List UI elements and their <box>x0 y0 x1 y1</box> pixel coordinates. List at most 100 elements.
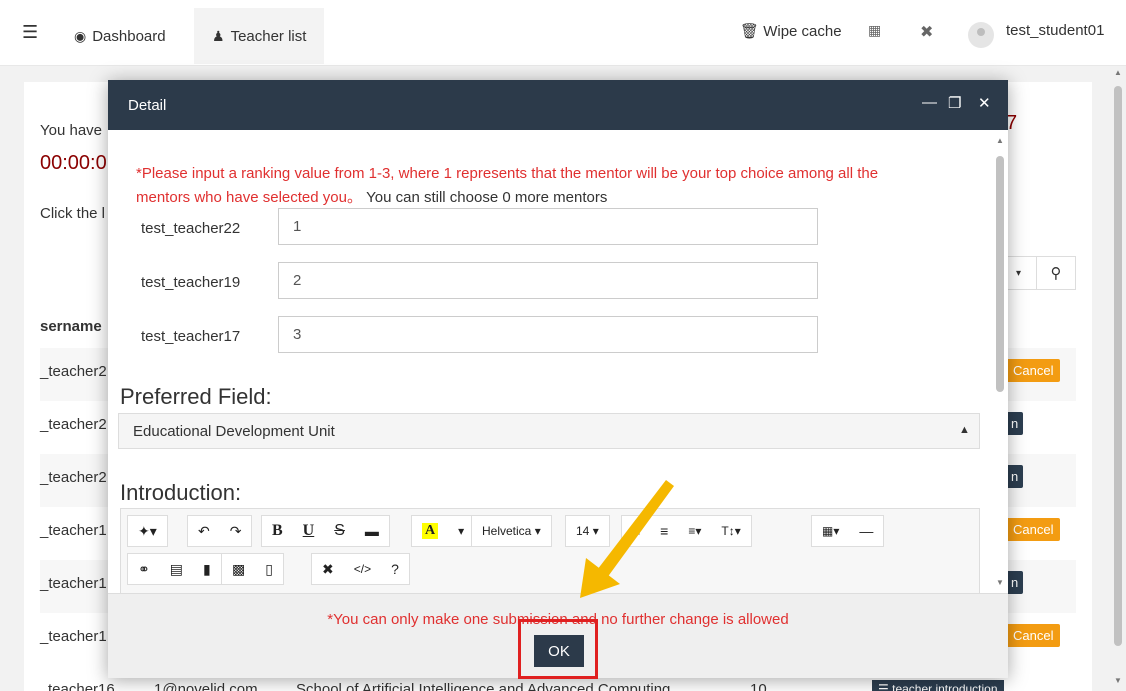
ranking-input[interactable]: 2 <box>278 262 818 299</box>
annotation-arrow-icon <box>580 480 674 598</box>
tab-dashboard-label: Dashboard <box>92 27 166 45</box>
modal-scrollbar[interactable]: ▲ ▼ <box>992 134 1008 594</box>
help-icon[interactable]: ? <box>381 554 409 584</box>
redo-icon[interactable]: ↷ <box>220 516 252 546</box>
scroll-up-icon[interactable]: ▲ <box>1114 68 1122 77</box>
tab-teacher-list[interactable]: ♟ Teacher list <box>194 8 325 64</box>
font-family-select[interactable]: Helvetica ▾ <box>472 516 551 546</box>
ok-button[interactable]: OK <box>534 635 584 667</box>
preferred-field-select[interactable]: Educational Development Unit ▲ <box>118 413 980 449</box>
row-username: _teacher2 <box>40 363 107 380</box>
search-button[interactable]: ⚲ <box>1036 256 1076 290</box>
rich-text-editor: ✦▾ ↶ ↷ B U S ▬ A ▾ Helvetica ▾ 14 ▾ ≡ ≡▾… <box>120 508 980 593</box>
minimize-icon[interactable]: — <box>922 94 937 111</box>
toolbar-group: ✦▾ <box>127 515 168 547</box>
align-dropdown-icon[interactable]: ≡▾ <box>678 516 711 546</box>
eraser-icon[interactable]: ▬ <box>355 516 389 546</box>
ranking-label: test_teacher19 <box>141 274 241 291</box>
row-username: _teacher1 <box>40 628 107 645</box>
image-file-icon[interactable]: ▩ <box>222 554 255 584</box>
table-icon[interactable]: ▦▾ <box>812 516 849 546</box>
toolbar-group: ↶ ↷ <box>187 515 253 547</box>
list-icon: ☰ <box>878 682 889 691</box>
introduction-label: Introduction: <box>120 480 242 505</box>
row-username: _teacher1 <box>40 575 107 592</box>
link-icon[interactable]: ⚭ <box>128 554 160 584</box>
modal-body: *Please input a ranking value from 1-3, … <box>108 130 1008 593</box>
horizontal-rule-icon[interactable]: — <box>849 516 883 546</box>
select-button[interactable]: n <box>1006 571 1024 594</box>
strikethrough-button[interactable]: S <box>324 516 355 546</box>
scroll-up-icon[interactable]: ▲ <box>996 136 1004 145</box>
undo-icon[interactable]: ↶ <box>188 516 220 546</box>
file-icon[interactable]: ▯ <box>255 554 283 584</box>
tab-dashboard[interactable]: ◉ Dashboard <box>56 8 184 64</box>
page-scrollbar[interactable]: ▲ ▼ <box>1110 66 1126 691</box>
fullscreen-editor-icon[interactable]: ✖ <box>312 554 344 584</box>
row-count: 10 <box>750 681 767 691</box>
image-icon[interactable]: ▤ <box>160 554 193 584</box>
toolbar-group: A ▾ <box>411 515 476 547</box>
select-button[interactable]: n <box>1006 465 1024 488</box>
username-label[interactable]: test_student01 <box>1006 22 1104 39</box>
tab-teacher-list-label: Teacher list <box>230 27 307 45</box>
teacher-introduction-label: teacher introduction <box>892 682 998 691</box>
preferred-field-label: Preferred Field: <box>120 384 272 409</box>
underline-button[interactable]: U <box>293 516 325 546</box>
wipe-cache-label: Wipe cache <box>763 23 842 40</box>
bg-you-have-text: You have <box>40 122 103 139</box>
cancel-button[interactable]: Cancel <box>1006 359 1061 382</box>
column-header-username: sername <box>40 318 102 335</box>
translate-icon[interactable]: ▦ <box>868 22 881 39</box>
top-navbar: ☰ ◉ Dashboard ♟ Teacher list 🗑 Wipe cach… <box>0 0 1126 66</box>
row-email: 1@novelid.com <box>154 681 258 691</box>
teacher-introduction-button[interactable]: ☰ teacher introduction <box>872 680 1004 691</box>
search-icon: ⚲ <box>1050 265 1062 282</box>
maximize-icon[interactable]: ❐ <box>948 94 961 112</box>
cancel-button[interactable]: Cancel <box>1006 624 1061 647</box>
wipe-cache-button[interactable]: 🗑 Wipe cache <box>740 22 842 40</box>
row-username: _teacher2 <box>40 469 107 486</box>
bold-button[interactable]: B <box>262 516 293 546</box>
row-username: _teacher1 <box>40 522 107 539</box>
close-icon[interactable]: ✕ <box>978 94 991 112</box>
highlight-color-button[interactable]: A <box>412 516 449 546</box>
toolbar-group: ✖ </> ? <box>311 553 410 585</box>
caret-up-icon: ▲ <box>959 424 970 436</box>
toolbar-group: Helvetica ▾ <box>471 515 552 547</box>
hamburger-menu-icon[interactable]: ☰ <box>22 22 40 42</box>
row-username: teacher16 <box>48 681 115 691</box>
fullscreen-icon[interactable]: ✖ <box>920 22 933 42</box>
scrollbar-thumb[interactable] <box>1114 86 1122 646</box>
bg-countdown-timer: 00:00:0 <box>40 152 107 174</box>
scroll-down-icon[interactable]: ▼ <box>996 578 1004 587</box>
toolbar-group: ▩ ▯ <box>221 553 284 585</box>
teacher-icon: ♟ <box>212 27 225 44</box>
ranking-notice-remaining: You can still choose 0 more mentors <box>366 189 608 206</box>
modal-scrollbar-thumb[interactable] <box>996 156 1004 392</box>
trash-icon: 🗑 <box>740 23 760 40</box>
modal-header: Detail — ❐ ✕ <box>108 80 1008 130</box>
ranking-label: test_teacher17 <box>141 328 241 345</box>
cancel-button[interactable]: Cancel <box>1006 518 1061 541</box>
modal-footer: *You can only make one submission and no… <box>108 593 1008 679</box>
scroll-down-icon[interactable]: ▼ <box>1114 676 1122 685</box>
avatar[interactable] <box>968 22 994 48</box>
code-view-icon[interactable]: </> <box>344 554 381 584</box>
bg-click-text: Click the l <box>40 205 106 222</box>
toolbar-group: ▦▾ — <box>811 515 885 547</box>
ranking-label: test_teacher22 <box>141 220 241 237</box>
font-family-value: Helvetica <box>482 524 532 538</box>
select-button[interactable]: n <box>1006 412 1024 435</box>
magic-wand-icon[interactable]: ✦▾ <box>128 516 167 546</box>
row-username: _teacher2 <box>40 416 107 433</box>
toolbar-group: ⚭ ▤ ▮ <box>127 553 222 585</box>
ranking-input[interactable]: 3 <box>278 316 818 353</box>
detail-modal: Detail — ❐ ✕ *Please input a ranking val… <box>108 80 1008 679</box>
toolbar-group: B U S ▬ <box>261 515 390 547</box>
line-height-icon[interactable]: T↕▾ <box>711 516 750 546</box>
preferred-field-value: Educational Development Unit <box>133 423 335 440</box>
video-icon[interactable]: ▮ <box>193 554 221 584</box>
ranking-input[interactable]: 1 <box>278 208 818 245</box>
dashboard-icon: ◉ <box>74 27 87 44</box>
